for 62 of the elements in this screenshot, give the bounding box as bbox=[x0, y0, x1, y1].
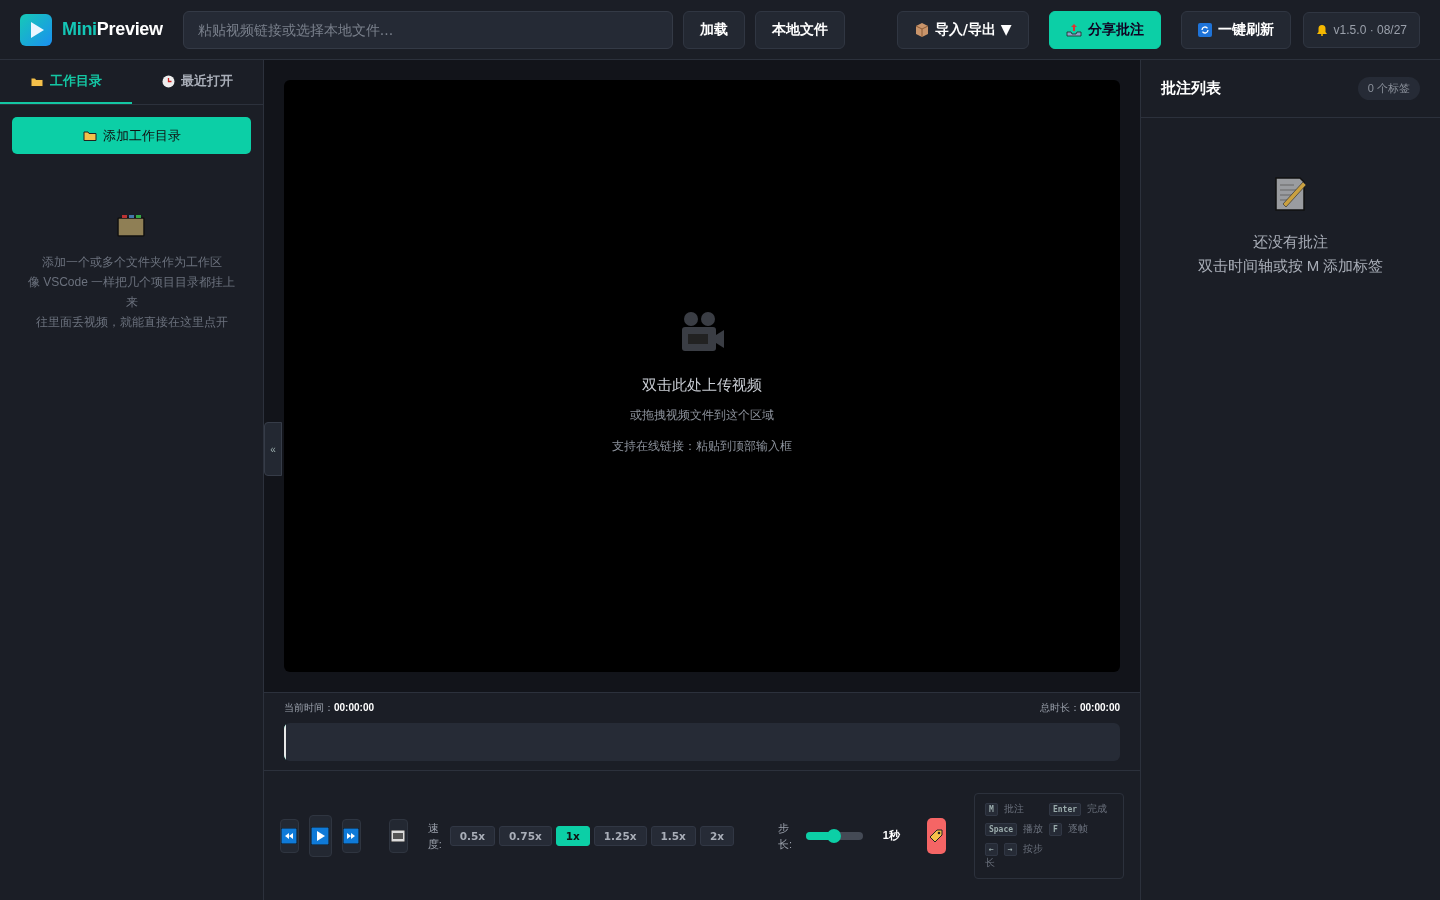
play-icon bbox=[311, 826, 330, 845]
frame-step-button[interactable] bbox=[388, 818, 408, 853]
empty-title: 还没有批注 bbox=[1253, 232, 1328, 252]
current-time: 当前时间：00:00:00 bbox=[284, 701, 375, 715]
sidebar-tab[interactable]: 最近打开 bbox=[131, 60, 263, 104]
step-value: 1秒 bbox=[882, 828, 901, 843]
add-folder-button[interactable]: 添加工作目录 bbox=[12, 117, 251, 154]
shortcut-hint: ← → 按步长 bbox=[985, 841, 1044, 870]
speed-option[interactable]: 0.5x bbox=[449, 825, 496, 846]
folder-icon bbox=[29, 75, 44, 87]
package-icon bbox=[913, 22, 929, 37]
version-badge: v1.5.0 · 08/27 bbox=[1302, 11, 1420, 48]
speed-option[interactable]: 1x bbox=[555, 825, 590, 846]
link-hint: 支持在线链接：粘贴到顶部输入框 bbox=[612, 437, 792, 455]
upload-tray-icon bbox=[1065, 22, 1082, 37]
shortcut-hint: Enter 完成 bbox=[1049, 801, 1113, 816]
url-field[interactable]: 粘贴视频链接或选择本地文件... bbox=[182, 10, 673, 49]
empty-hint: 往里面丢视频，就能直接在这里点开 bbox=[34, 314, 229, 331]
collapse-handle[interactable]: « bbox=[264, 422, 282, 476]
fast-forward-icon bbox=[343, 827, 360, 844]
folder-icon bbox=[82, 130, 97, 141]
shortcut-hint: M 批注 bbox=[985, 801, 1049, 816]
speed-option[interactable]: 0.75x bbox=[499, 825, 552, 846]
clock-icon bbox=[161, 74, 175, 88]
add-marker-button[interactable] bbox=[926, 817, 946, 854]
step-label: 步长: bbox=[777, 820, 792, 852]
film-strip-icon bbox=[391, 829, 406, 842]
video-drop-area[interactable]: 双击此处上传视频 或拖拽视频文件到这个区域 支持在线链接：粘贴到顶部输入框 bbox=[284, 80, 1120, 672]
sidebar-tab[interactable]: 工作目录 bbox=[0, 60, 132, 104]
notepad-icon bbox=[1272, 176, 1309, 212]
tag-icon bbox=[928, 827, 945, 844]
speed-option[interactable]: 1.5x bbox=[650, 825, 696, 846]
share-button[interactable]: 分享批注 bbox=[1048, 10, 1161, 49]
timeline-track[interactable] bbox=[284, 723, 1120, 761]
shortcut-hint: F 逐帧 bbox=[1049, 821, 1113, 836]
upload-title: 双击此处上传视频 bbox=[642, 375, 762, 395]
rewind-icon bbox=[281, 827, 298, 844]
load-button[interactable]: 加载 bbox=[682, 10, 745, 49]
folder-icon bbox=[116, 214, 147, 238]
app-name: MiniPreview bbox=[62, 19, 163, 40]
empty-hint: 双击时间轴或按 M 添加标签 bbox=[1197, 256, 1384, 276]
panel-title: 批注列表 bbox=[1161, 79, 1221, 98]
step-slider[interactable] bbox=[805, 831, 863, 840]
refresh-icon bbox=[1197, 22, 1212, 37]
speed-option[interactable]: 1.25x bbox=[593, 825, 647, 846]
slider-thumb[interactable] bbox=[827, 828, 842, 843]
empty-hint: 添加一个或多个文件夹作为工作区 bbox=[40, 254, 223, 271]
fast-forward-button[interactable] bbox=[342, 818, 361, 853]
import-export-button[interactable]: 导入/导出 ▼ bbox=[896, 10, 1029, 49]
rewind-button[interactable] bbox=[280, 818, 299, 853]
empty-hint: 像 VSCode 一样把几个项目目录都挂上来 bbox=[26, 274, 237, 311]
speed-option[interactable]: 2x bbox=[699, 825, 734, 846]
total-duration: 总时长：00:00:00 bbox=[1039, 701, 1120, 715]
refresh-button[interactable]: 一键刷新 bbox=[1180, 10, 1291, 49]
bell-icon bbox=[1315, 23, 1328, 36]
play-button[interactable] bbox=[308, 814, 333, 857]
marker-count: 0 个标签 bbox=[1357, 77, 1420, 100]
local-file-button[interactable]: 本地文件 bbox=[754, 10, 845, 49]
logo-icon bbox=[20, 13, 52, 46]
speed-label: 速度: bbox=[427, 820, 442, 852]
shortcut-hint: Space 播放 bbox=[985, 821, 1049, 836]
drop-hint: 或拖拽视频文件到这个区域 bbox=[630, 406, 774, 424]
